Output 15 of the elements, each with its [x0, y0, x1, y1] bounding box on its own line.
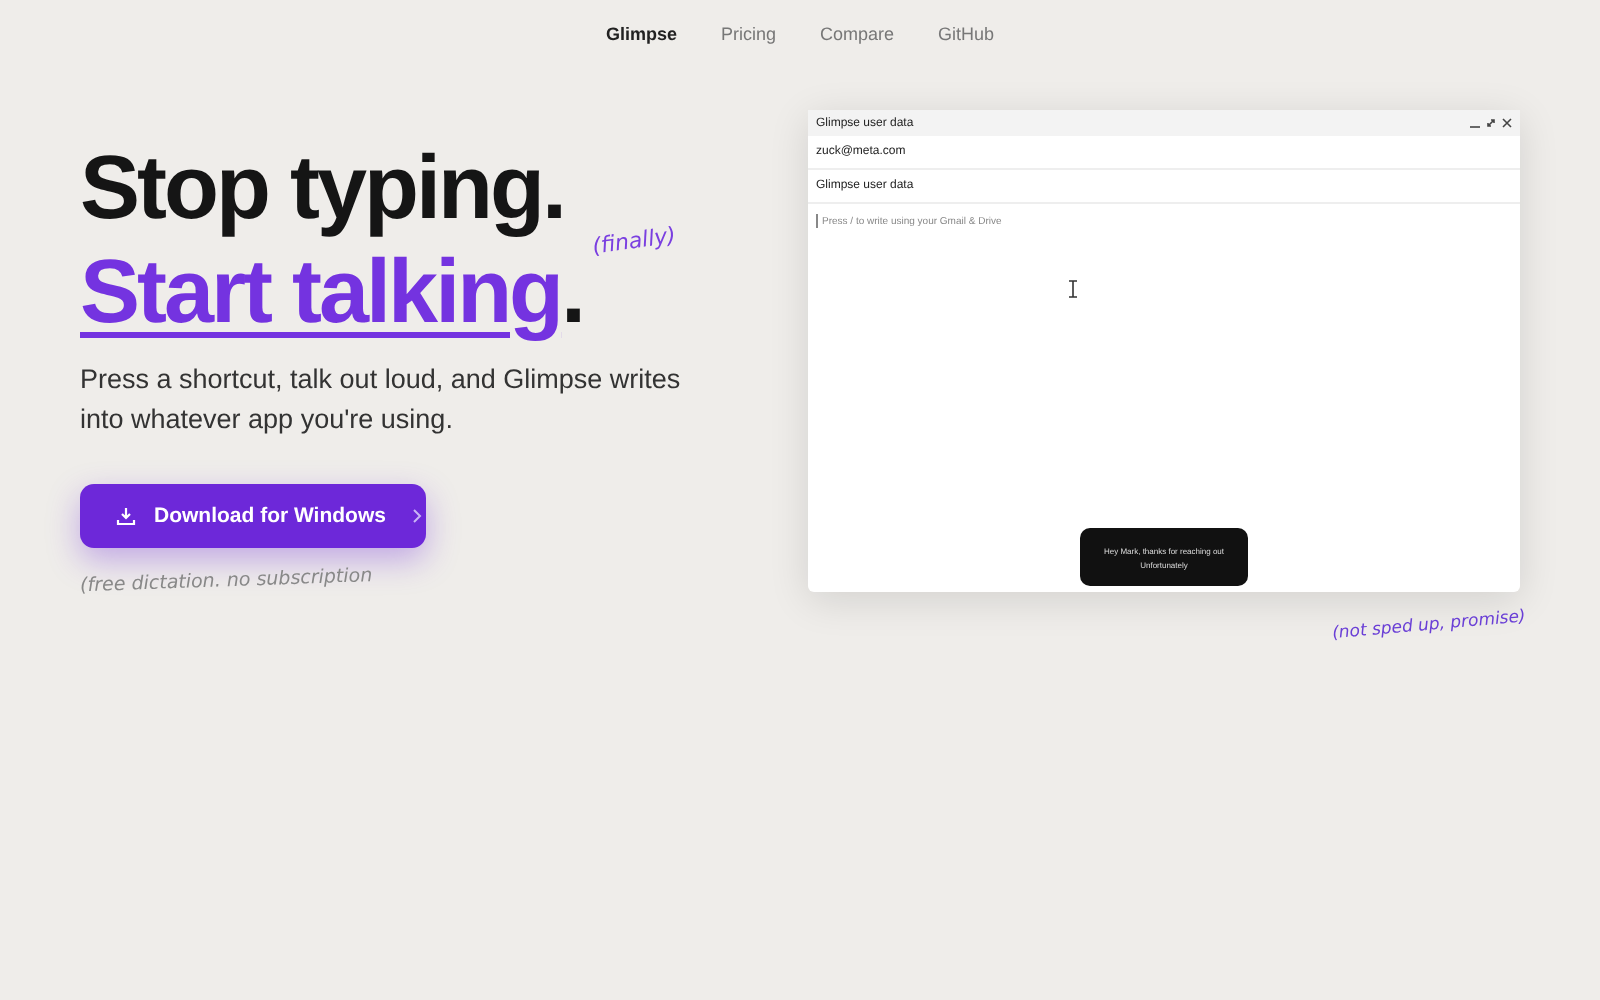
nav-link[interactable]: Compare — [820, 24, 895, 44]
handwritten-note: (free dictation. no subscription — [79, 563, 375, 598]
text-cursor-icon — [1068, 280, 1078, 298]
expand-icon[interactable] — [1486, 118, 1496, 128]
close-icon[interactable] — [1502, 118, 1512, 128]
subtitle: Press a shortcut, talk out loud, and Glimpse writes into whatever app you're using. — [80, 362, 683, 438]
handwritten-note: (finally) — [589, 222, 677, 260]
chevron-icon — [411, 508, 422, 524]
download-button[interactable]: Download for Windows — [80, 484, 426, 548]
nav-link[interactable]: GitHub — [938, 24, 995, 44]
handwritten-note: (not sped up, promise) — [1331, 607, 1521, 645]
download-icon — [116, 506, 136, 526]
nav-link[interactable]: Glimpse — [605, 24, 677, 44]
nav-link[interactable]: Pricing — [720, 24, 776, 44]
headline-accent: Start talking. — [80, 240, 584, 344]
